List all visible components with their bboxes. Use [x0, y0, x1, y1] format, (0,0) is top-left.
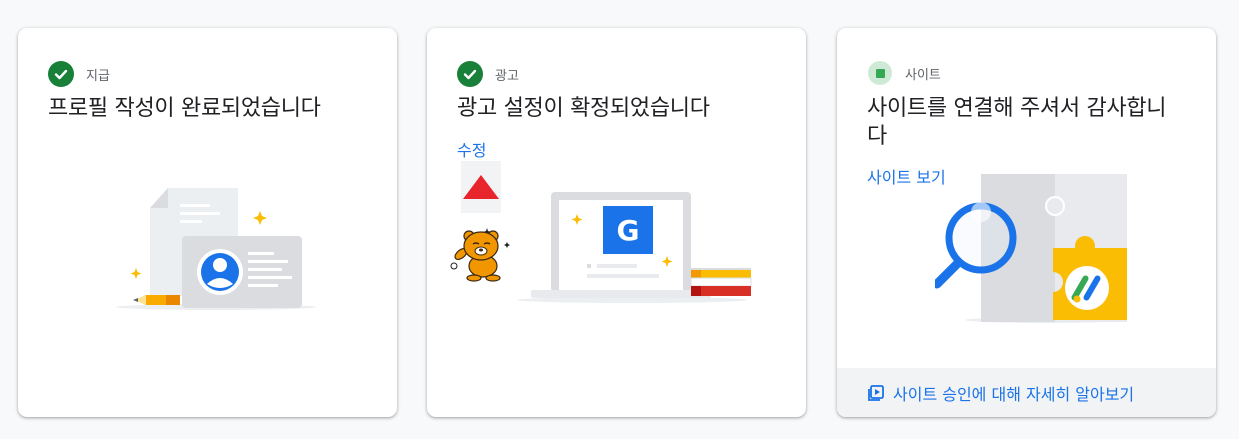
laptop-illustration: G	[517, 192, 752, 303]
google-g-badge: G	[617, 214, 640, 247]
edit-link[interactable]: 수정	[457, 137, 486, 161]
video-library-icon	[868, 384, 884, 401]
square-status-icon	[868, 61, 892, 85]
profile-illustration	[116, 188, 316, 310]
check-circle-icon	[48, 61, 74, 87]
bear-sticker-icon	[450, 228, 510, 282]
footer-bar: 사이트 승인에 대해 자세히 알아보기	[837, 368, 1216, 417]
profile-card: 지급 프로필 작성이 완료되었습니다	[18, 28, 397, 417]
status-label: 사이트	[905, 67, 941, 83]
status-row: 지급	[48, 61, 110, 87]
card-title: 광고 설정이 확정되었습니다	[457, 96, 710, 121]
check-circle-icon	[457, 61, 483, 87]
card-title: 사이트를 연결해 주셔서 감사합니다	[867, 96, 1167, 149]
status-row: 사이트	[867, 61, 941, 85]
puzzle-illustration	[935, 174, 1127, 323]
view-site-link[interactable]: 사이트 보기	[867, 164, 946, 188]
site-card: 사이트 사이트를 연결해 주셔서 감사합니다 사이트 보기 사이트 승인에 대해…	[837, 28, 1216, 417]
triangle-thumbnail	[461, 161, 501, 213]
status-label: 지급	[86, 68, 110, 84]
status-row: 광고	[457, 61, 519, 87]
ads-card: 광고 광고 설정이 확정되었습니다 수정 G	[427, 28, 806, 417]
learn-more-link[interactable]: 사이트 승인에 대해 자세히 알아보기	[893, 381, 1134, 405]
status-label: 광고	[495, 68, 519, 84]
card-title: 프로필 작성이 완료되었습니다	[48, 96, 321, 121]
